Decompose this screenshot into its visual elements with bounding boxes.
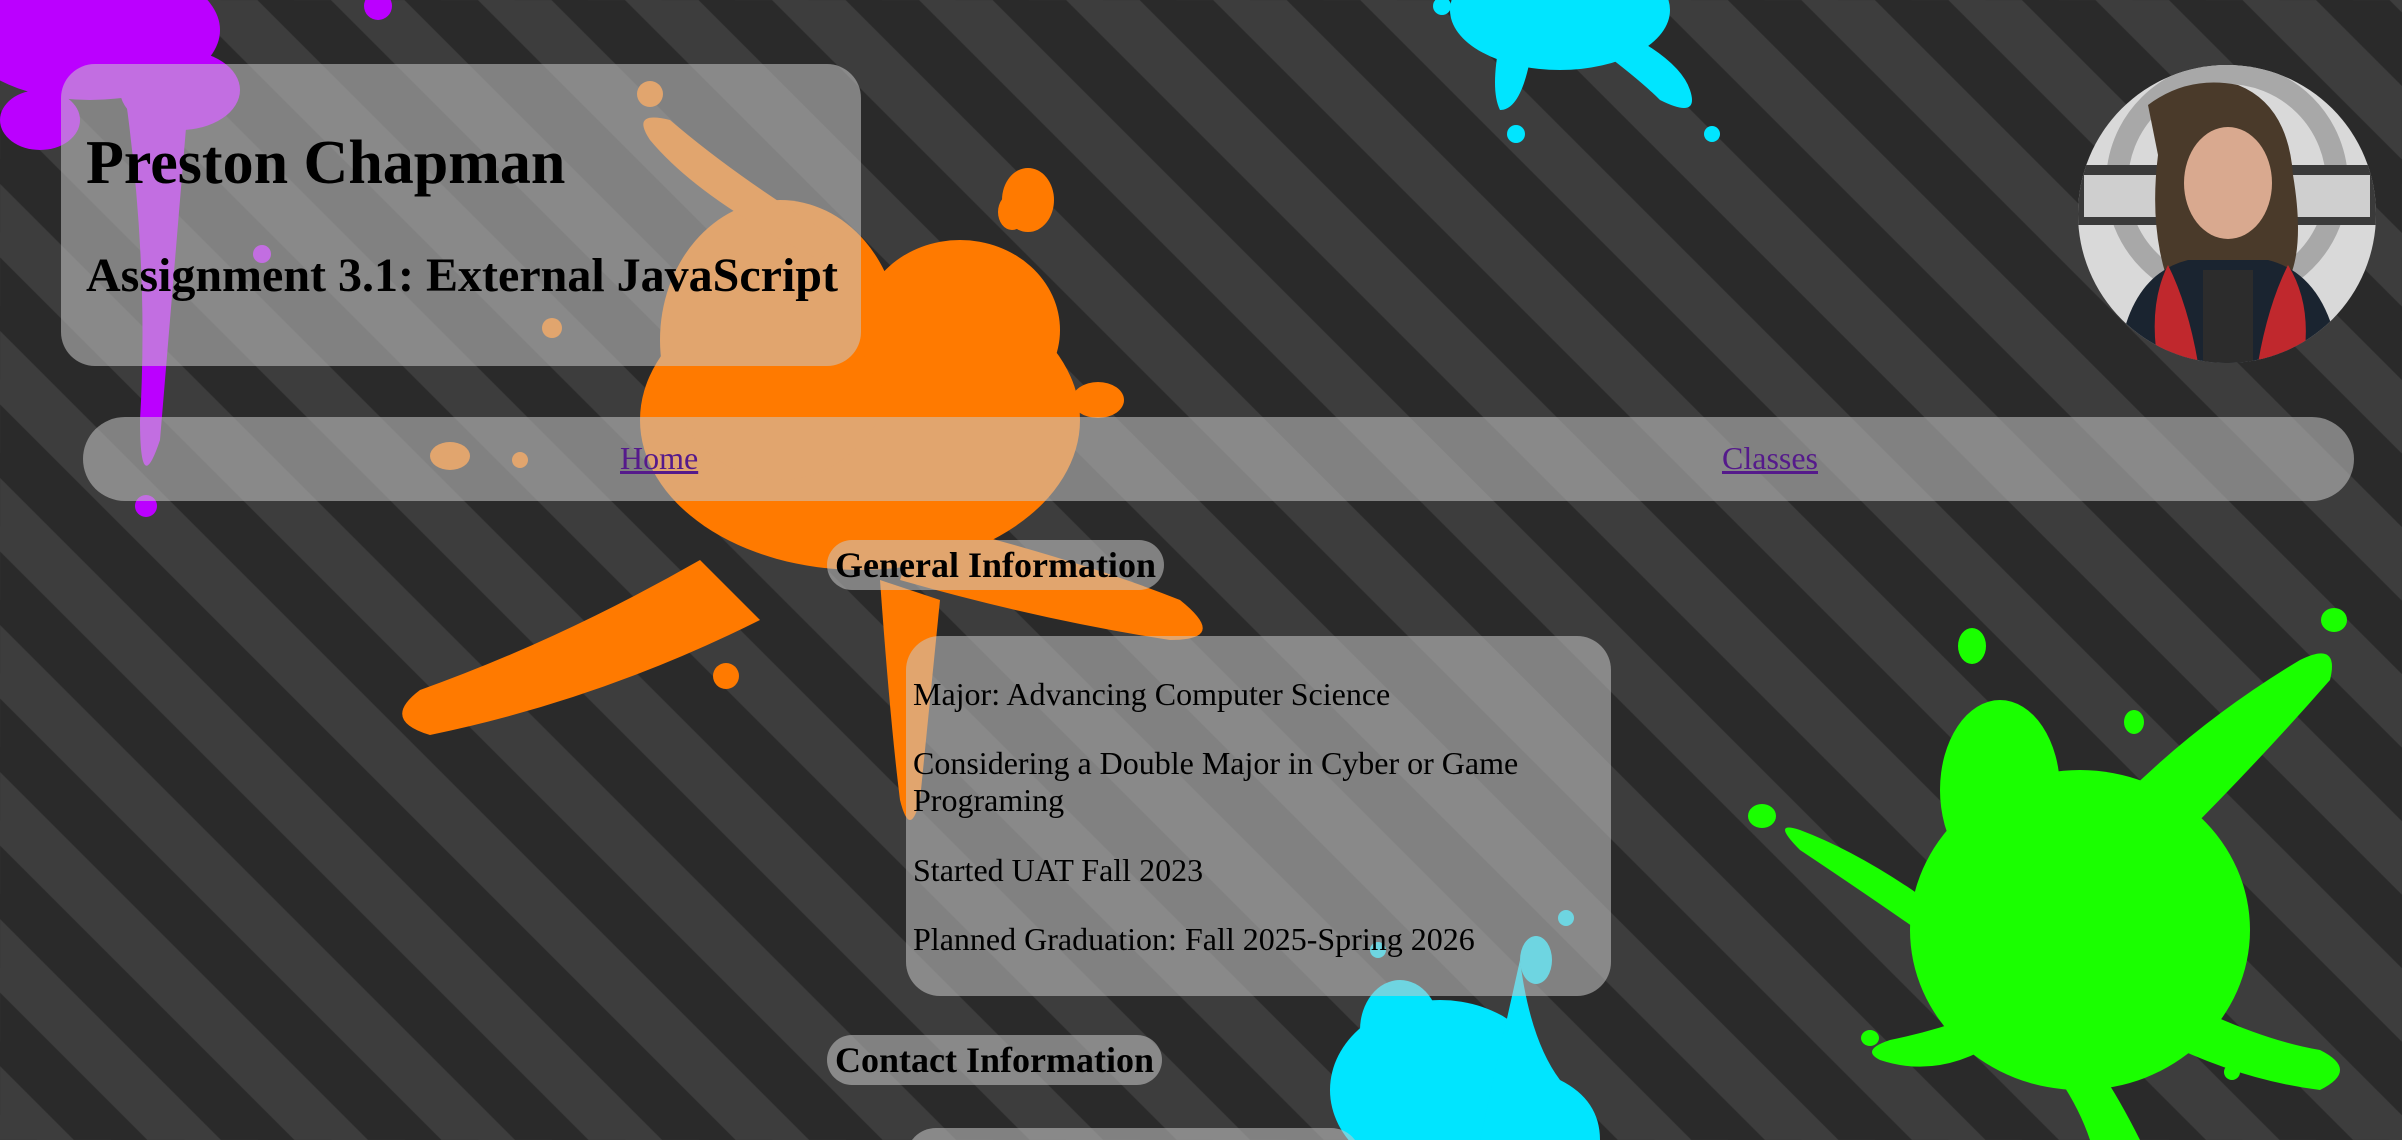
cyan-splat-top xyxy=(1433,0,1720,143)
contact-information-heading: Contact Information xyxy=(827,1035,1162,1085)
info-start-date: Started UAT Fall 2023 xyxy=(913,852,1204,888)
nav-link-home[interactable]: Home xyxy=(620,440,698,477)
general-information-heading: General Information xyxy=(827,540,1164,590)
nav-link-classes[interactable]: Classes xyxy=(1722,440,1818,477)
page-title: Preston Chapman xyxy=(86,129,566,197)
green-splat xyxy=(1748,608,2347,1140)
header-card xyxy=(61,64,861,366)
profile-photo-image xyxy=(2078,65,2376,363)
info-major: Major: Advancing Computer Science xyxy=(913,676,1391,712)
info-graduation: Planned Graduation: Fall 2025-Spring 202… xyxy=(913,921,1475,957)
nav-bar xyxy=(83,417,2354,501)
avatar xyxy=(2078,65,2376,363)
info-double-major: Considering a Double Major in Cyber or G… xyxy=(913,745,1519,818)
page-subtitle: Assignment 3.1: External JavaScript xyxy=(86,249,838,302)
contact-info-card xyxy=(906,1128,1361,1140)
